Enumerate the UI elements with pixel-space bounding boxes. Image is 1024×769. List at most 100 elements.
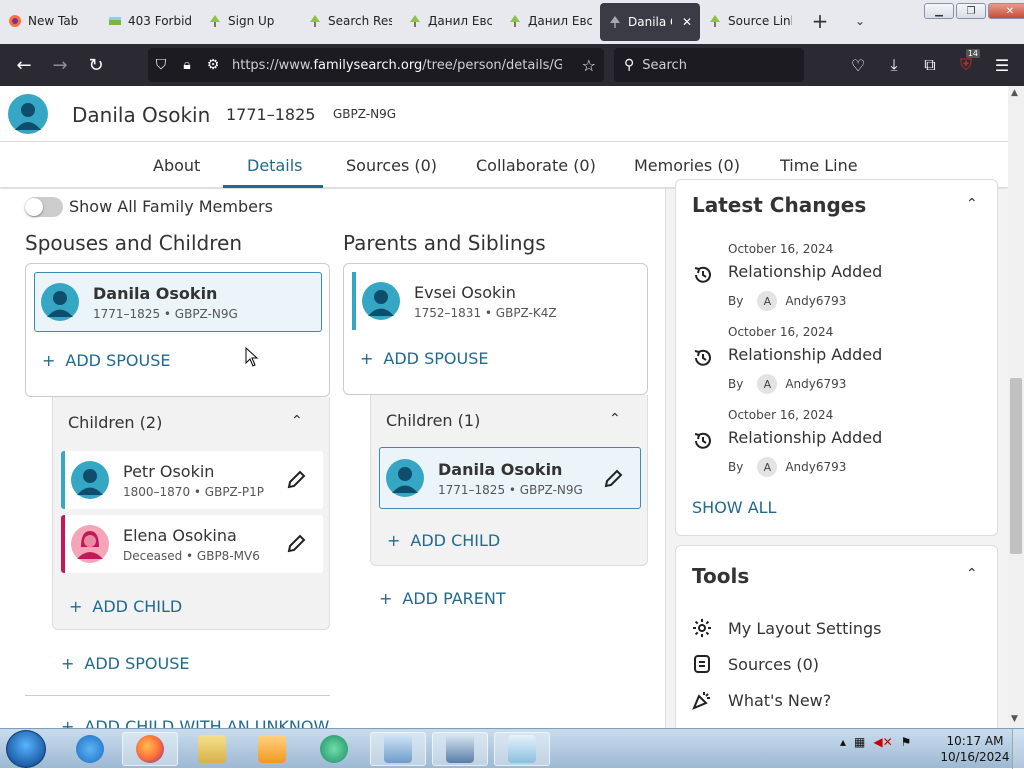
scrollbar-thumb[interactable] [1010, 378, 1022, 554]
taskbar-ie[interactable] [62, 732, 118, 766]
pocket-icon[interactable]: ♡ [840, 48, 876, 82]
download-icon[interactable]: ⤓ [876, 48, 912, 82]
reload-button[interactable]: ↻ [78, 47, 114, 83]
spouse-family-card: Danila Osokin 1771–1825 • GBPZ-N9G + ADD … [25, 263, 330, 397]
tool-sources[interactable]: Sources (0) [692, 654, 819, 674]
change-title[interactable]: Relationship Added [728, 345, 882, 364]
search-input[interactable]: ⚲ Search [614, 48, 804, 82]
user-name[interactable]: Andy6793 [785, 294, 846, 308]
minimize-button[interactable]: ▁ [924, 3, 954, 19]
chevron-up-icon[interactable]: ⌃ [291, 413, 303, 429]
add-spouse-link-parent[interactable]: + ADD SPOUSE [360, 349, 488, 368]
male-avatar-icon [386, 459, 424, 497]
change-author: By A Andy6793 [728, 374, 846, 394]
taskbar-control-panel[interactable] [370, 732, 426, 766]
browser-tab-forbidden[interactable]: 403 Forbidden [100, 0, 200, 42]
chevron-up-icon[interactable]: ⌃ [609, 411, 621, 427]
add-child-link[interactable]: + ADD CHILD [69, 597, 182, 616]
pencil-icon[interactable] [285, 469, 307, 491]
add-spouse-link[interactable]: + ADD SPOUSE [42, 351, 170, 370]
taskbar-media[interactable] [244, 732, 300, 766]
browser-tab-source-linker[interactable]: Source Linker [700, 0, 800, 42]
tool-whats-new[interactable]: What's New? [692, 690, 831, 710]
browser-tab-danil-1[interactable]: Данил Евс [400, 0, 500, 42]
ublock-icon[interactable]: ⛨ 14 [948, 48, 984, 82]
show-all-link[interactable]: SHOW ALL [692, 498, 776, 517]
bookmark-star-icon[interactable]: ☆ [582, 56, 596, 75]
browser-tab-signup[interactable]: Sign Up [200, 0, 300, 42]
person-avatar[interactable] [8, 94, 48, 134]
browser-tab-search[interactable]: Search Results [300, 0, 400, 42]
parent-card-evsei[interactable]: Evsei Osokin 1752–1831 • GBPZ-K4Z [352, 272, 640, 330]
plus-icon: + [387, 531, 401, 550]
tree-icon [608, 15, 622, 29]
tab-sources[interactable]: Sources (0) [346, 156, 437, 175]
children-box-right: Children (1) ⌃ Danila Osokin 1771–1825 •… [370, 395, 648, 566]
add-parent-link[interactable]: + ADD PARENT [379, 589, 506, 608]
show-desktop-button[interactable] [1012, 729, 1024, 769]
close-tab-icon[interactable]: ✕ [682, 15, 692, 29]
show-all-family-toggle[interactable] [25, 197, 63, 217]
taskbar-firefox[interactable] [122, 732, 178, 766]
shield-icon[interactable]: ⛉ [148, 57, 174, 73]
child-card-danila[interactable]: Danila Osokin 1771–1825 • GBPZ-N9G [379, 447, 641, 509]
scroll-up-icon[interactable]: ▲ [1011, 88, 1018, 98]
pencil-icon[interactable] [285, 533, 307, 555]
windows-taskbar: ▴ ▦ ◀✕ ⚑ 10:17 AM 10/16/2024 [0, 728, 1024, 769]
volume-muted-icon[interactable]: ◀✕ [873, 735, 892, 749]
tab-about[interactable]: About [153, 156, 200, 175]
restore-button[interactable]: ❐ [956, 3, 986, 19]
back-button[interactable]: ← [6, 47, 42, 83]
person-card-main[interactable]: Danila Osokin 1771–1825 • GBPZ-N9G [34, 272, 322, 332]
add-spouse-link-2[interactable]: + ADD SPOUSE [61, 654, 189, 673]
tool-layout-settings[interactable]: My Layout Settings [692, 618, 881, 638]
network-tray-icon[interactable]: ▦ [854, 735, 865, 749]
lock-icon[interactable]: 🔒︎ [174, 57, 200, 73]
tray-expand-icon[interactable]: ▴ [840, 735, 846, 749]
user-name[interactable]: Andy6793 [785, 460, 846, 474]
tree-icon [308, 14, 322, 28]
forward-button[interactable]: → [42, 47, 78, 83]
user-name[interactable]: Andy6793 [785, 377, 846, 391]
person-header: Danila Osokin 1771–1825 GBPZ-N9G [0, 86, 1008, 142]
menu-icon[interactable]: ☰ [984, 48, 1020, 82]
extensions-icon[interactable]: ⧉ [912, 48, 948, 82]
scroll-down-icon[interactable]: ▼ [1011, 714, 1018, 724]
flag-icon[interactable]: ⚑ [901, 735, 912, 749]
browser-tab-danil-2[interactable]: Данил Евс [500, 0, 600, 42]
tab-collaborate[interactable]: Collaborate (0) [476, 156, 596, 175]
tab-list-button[interactable]: ⌄ [840, 0, 880, 42]
tab-memories[interactable]: Memories (0) [634, 156, 740, 175]
chevron-up-icon[interactable]: ⌃ [966, 196, 978, 212]
parent-meta: 1752–1831 • GBPZ-K4Z [414, 305, 557, 320]
system-clock[interactable]: 10:17 AM 10/16/2024 [940, 733, 1010, 765]
chevron-up-icon[interactable]: ⌃ [966, 566, 978, 582]
url-bar[interactable]: ⛉ 🔒︎ ⚙︎ https://www.familysearch.org/tre… [148, 48, 604, 82]
tab-details[interactable]: Details [247, 156, 302, 175]
notepad-icon [508, 735, 536, 763]
pencil-icon[interactable] [602, 468, 624, 490]
taskbar-network[interactable] [432, 732, 488, 766]
internet-explorer-icon [76, 735, 104, 763]
taskbar-notepad[interactable] [494, 732, 550, 766]
taskbar-explorer[interactable] [184, 732, 240, 766]
add-child-link-parent[interactable]: + ADD CHILD [387, 531, 500, 550]
close-window-button[interactable]: ✕ [988, 3, 1024, 19]
taskbar-app-green[interactable] [306, 732, 362, 766]
tab-label: Search Results [328, 14, 392, 28]
browser-tab-danila-osokin[interactable]: Danila Osokin ✕ [600, 3, 700, 41]
change-title[interactable]: Relationship Added [728, 262, 882, 281]
add-child-unknown-link[interactable]: + ADD CHILD WITH AN UNKNOW [61, 717, 329, 728]
url-text[interactable]: https://www.familysearch.org/tree/person… [232, 58, 562, 73]
tab-timeline[interactable]: Time Line [780, 156, 858, 175]
child-card-petr[interactable]: Petr Osokin 1800–1870 • GBPZ-P1P [61, 451, 323, 509]
permissions-icon[interactable]: ⚙︎ [200, 57, 226, 73]
browser-tab-new-tab[interactable]: New Tab [0, 0, 100, 42]
change-title[interactable]: Relationship Added [728, 428, 882, 447]
page-scrollbar[interactable]: ▲ ▼ [1008, 86, 1024, 728]
child-card-elena[interactable]: Elena Osokina Deceased • GBP8-MV6 [61, 515, 323, 573]
new-tab-button[interactable]: + [800, 0, 840, 42]
system-tray: ▴ ▦ ◀✕ ⚑ [840, 735, 911, 749]
start-button[interactable] [6, 730, 46, 768]
party-icon [692, 692, 710, 710]
